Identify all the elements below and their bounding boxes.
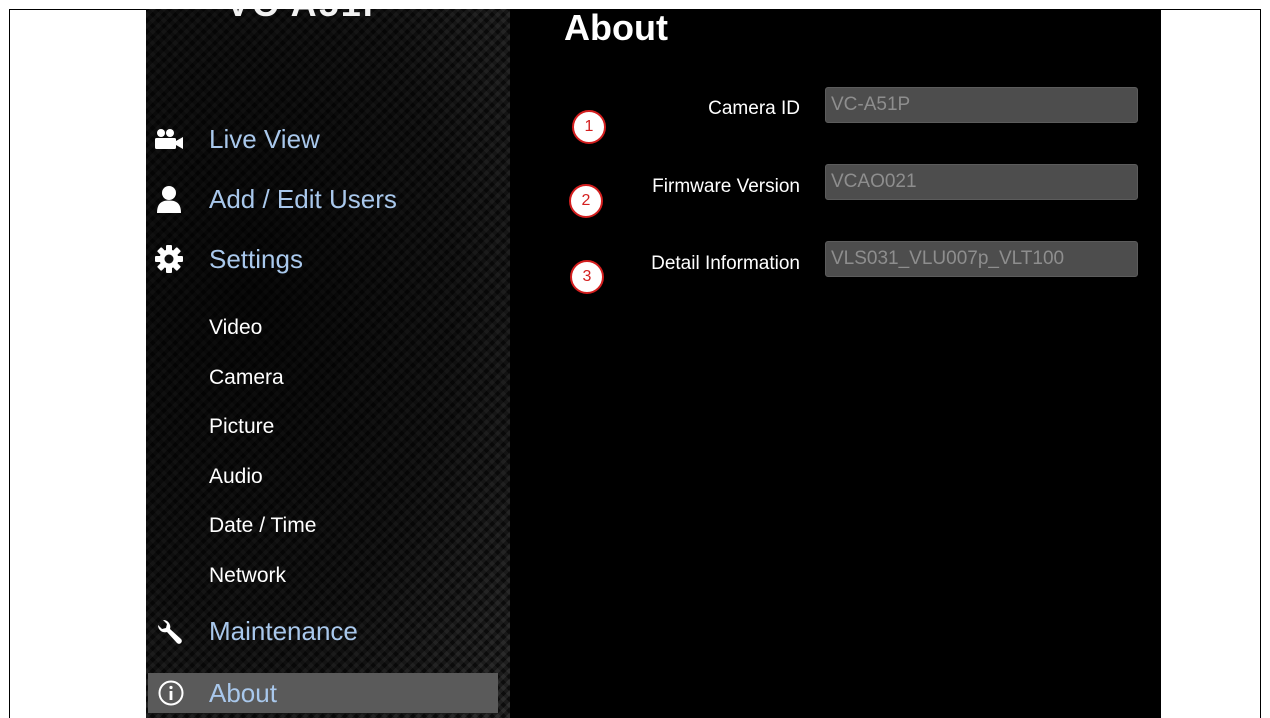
main-content: About 1 Camera ID VC-A51P 2 Firmware Ver… bbox=[510, 9, 1161, 718]
settings-subitem-video[interactable]: Video bbox=[209, 313, 262, 343]
frame-left-border bbox=[9, 9, 10, 718]
firmware-version-field: VCAO021 bbox=[825, 164, 1138, 200]
annotation-marker-1: 1 bbox=[572, 110, 606, 144]
gear-icon bbox=[154, 244, 184, 274]
detail-information-label: Detail Information bbox=[651, 253, 800, 274]
camera-web-ui: VC A51P Live View Add / Edit Us bbox=[146, 9, 1161, 718]
sidebar-item-label: Live View bbox=[209, 123, 320, 154]
frame-right-border bbox=[1260, 9, 1261, 718]
settings-subitem-audio[interactable]: Audio bbox=[209, 462, 263, 492]
annotation-marker-2: 2 bbox=[569, 184, 603, 218]
firmware-version-label: Firmware Version bbox=[652, 176, 800, 197]
annotation-marker-3: 3 bbox=[570, 260, 604, 294]
detail-information-field: VLS031_VLU007p_VLT100 bbox=[825, 241, 1138, 277]
user-icon bbox=[154, 184, 184, 214]
sidebar-item-maintenance[interactable]: Maintenance bbox=[146, 611, 510, 651]
sidebar-item-label: About bbox=[209, 677, 277, 708]
settings-subitem-picture[interactable]: Picture bbox=[209, 412, 274, 442]
info-icon bbox=[156, 678, 186, 708]
sidebar-item-settings[interactable]: Settings bbox=[146, 239, 510, 279]
camera-id-label: Camera ID bbox=[708, 98, 800, 119]
logo: VC A51P bbox=[226, 9, 389, 25]
sidebar-item-label: Maintenance bbox=[209, 615, 358, 646]
sidebar-item-about[interactable]: About bbox=[148, 673, 498, 713]
sidebar: VC A51P Live View Add / Edit Us bbox=[146, 9, 510, 718]
settings-subitem-camera[interactable]: Camera bbox=[209, 363, 284, 393]
sidebar-item-label: Add / Edit Users bbox=[209, 183, 397, 214]
sidebar-item-users[interactable]: Add / Edit Users bbox=[146, 179, 510, 219]
camera-icon bbox=[154, 124, 184, 154]
sidebar-item-live-view[interactable]: Live View bbox=[146, 119, 510, 159]
page-title: About bbox=[564, 9, 668, 48]
sidebar-item-label: Settings bbox=[209, 243, 303, 274]
settings-subitem-network[interactable]: Network bbox=[209, 561, 286, 591]
camera-id-field: VC-A51P bbox=[825, 87, 1138, 123]
wrench-icon bbox=[154, 616, 184, 646]
settings-subitem-date-time[interactable]: Date / Time bbox=[209, 511, 316, 541]
